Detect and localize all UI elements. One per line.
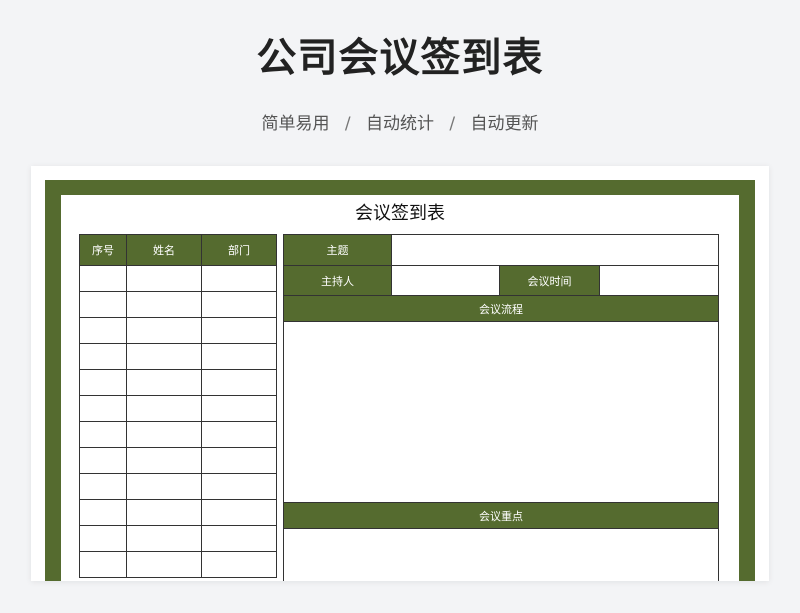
index-cell[interactable] <box>79 525 127 552</box>
attendee-table-body <box>79 265 277 578</box>
meeting-info: 主题 主持人 会议时间 会议流程 会议重点 <box>283 234 719 581</box>
index-cell[interactable] <box>79 551 127 578</box>
index-cell[interactable] <box>79 395 127 422</box>
name-cell[interactable] <box>126 395 202 422</box>
column-header-name: 姓名 <box>126 234 202 266</box>
sheet-body: 会议签到表 序号 姓名 部门 主题 主持人 会议时间 会议流程 会议重点 <box>61 195 739 581</box>
index-cell[interactable] <box>79 369 127 396</box>
name-cell[interactable] <box>126 421 202 448</box>
table-row <box>79 395 277 422</box>
name-cell[interactable] <box>126 499 202 526</box>
index-cell[interactable] <box>79 265 127 292</box>
index-cell[interactable] <box>79 421 127 448</box>
tagline-item: 简单易用 <box>261 114 330 134</box>
department-cell[interactable] <box>201 525 277 552</box>
process-field[interactable] <box>283 321 719 503</box>
department-cell[interactable] <box>201 473 277 500</box>
process-header: 会议流程 <box>283 295 719 322</box>
name-cell[interactable] <box>126 265 202 292</box>
table-row <box>79 447 277 474</box>
department-cell[interactable] <box>201 291 277 318</box>
department-cell[interactable] <box>201 395 277 422</box>
index-cell[interactable] <box>79 447 127 474</box>
table-row <box>79 291 277 318</box>
table-row <box>79 473 277 500</box>
index-cell[interactable] <box>79 317 127 344</box>
name-cell[interactable] <box>126 525 202 552</box>
department-cell[interactable] <box>201 317 277 344</box>
table-row <box>79 343 277 370</box>
department-cell[interactable] <box>201 447 277 474</box>
preview-card: 会议签到表 序号 姓名 部门 主题 主持人 会议时间 会议流程 会议重点 <box>31 166 769 581</box>
department-cell[interactable] <box>201 265 277 292</box>
table-row <box>79 369 277 396</box>
index-cell[interactable] <box>79 473 127 500</box>
column-header-department: 部门 <box>201 234 277 266</box>
name-cell[interactable] <box>126 473 202 500</box>
tagline-item: 自动统计 <box>366 114 434 134</box>
department-cell[interactable] <box>201 421 277 448</box>
column-header-index: 序号 <box>79 234 127 266</box>
name-cell[interactable] <box>126 551 202 578</box>
attendee-table-header: 序号 姓名 部门 <box>79 234 277 266</box>
index-cell[interactable] <box>79 291 127 318</box>
department-cell[interactable] <box>201 551 277 578</box>
table-row <box>79 499 277 526</box>
department-cell[interactable] <box>201 499 277 526</box>
host-field[interactable] <box>391 265 500 296</box>
name-cell[interactable] <box>126 369 202 396</box>
table-row <box>79 317 277 344</box>
sheet-frame: 会议签到表 序号 姓名 部门 主题 主持人 会议时间 会议流程 会议重点 <box>45 180 755 581</box>
meeting-time-field[interactable] <box>599 265 719 296</box>
table-row <box>79 265 277 292</box>
tagline-separator: / <box>344 114 351 134</box>
name-cell[interactable] <box>126 343 202 370</box>
keypoints-header: 会议重点 <box>283 502 719 529</box>
attendee-table: 序号 姓名 部门 <box>79 234 277 578</box>
keypoints-field[interactable] <box>283 528 719 581</box>
meeting-time-label: 会议时间 <box>499 265 600 296</box>
table-row <box>79 551 277 578</box>
host-label: 主持人 <box>283 265 392 296</box>
name-cell[interactable] <box>126 317 202 344</box>
tagline-separator: / <box>449 114 456 134</box>
topic-label: 主题 <box>283 234 392 266</box>
index-cell[interactable] <box>79 343 127 370</box>
tagline: 简单易用 / 自动统计 / 自动更新 <box>0 112 800 136</box>
sheet-title: 会议签到表 <box>355 203 445 224</box>
index-cell[interactable] <box>79 499 127 526</box>
tagline-item: 自动更新 <box>470 114 539 134</box>
page-title: 公司会议签到表 <box>256 35 544 81</box>
table-row <box>79 421 277 448</box>
table-row <box>79 525 277 552</box>
name-cell[interactable] <box>126 291 202 318</box>
department-cell[interactable] <box>201 343 277 370</box>
department-cell[interactable] <box>201 369 277 396</box>
topic-field[interactable] <box>391 234 719 266</box>
name-cell[interactable] <box>126 447 202 474</box>
